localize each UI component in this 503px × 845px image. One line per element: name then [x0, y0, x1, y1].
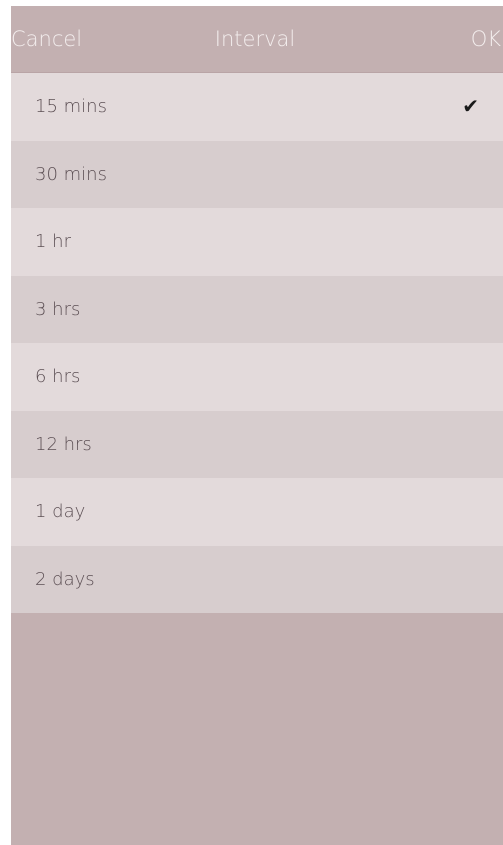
interval-picker-screen: Cancel Interval OK 15 mins ✔ 30 mins 1 h…: [11, 6, 503, 845]
option-label: 15 mins: [35, 96, 107, 117]
interval-option-1-day[interactable]: 1 day: [11, 478, 503, 546]
interval-options-list: 15 mins ✔ 30 mins 1 hr 3 hrs 6 hrs 12 hr…: [11, 73, 503, 613]
checkmark-icon: ✔: [462, 94, 479, 118]
option-label: 2 days: [35, 568, 95, 590]
option-label: 6 hrs: [35, 366, 81, 387]
interval-option-3-hrs[interactable]: 3 hrs: [11, 275, 503, 343]
interval-option-30-mins[interactable]: 30 mins: [11, 140, 503, 208]
interval-option-1-hr[interactable]: 1 hr: [11, 208, 503, 276]
option-label: 12 hrs: [35, 433, 92, 455]
navigation-bar: Cancel Interval OK: [11, 6, 503, 73]
interval-option-15-mins[interactable]: 15 mins ✔: [11, 73, 503, 141]
ok-button[interactable]: OK: [471, 6, 501, 72]
interval-option-2-days[interactable]: 2 days: [11, 545, 503, 613]
page-title: Interval: [214, 27, 296, 51]
option-label: 1 day: [35, 501, 86, 522]
option-label: 30 mins: [35, 163, 107, 185]
option-label: 3 hrs: [35, 298, 81, 320]
option-label: 1 hr: [35, 231, 71, 252]
interval-option-6-hrs[interactable]: 6 hrs: [11, 343, 503, 411]
interval-option-12-hrs[interactable]: 12 hrs: [11, 410, 503, 478]
